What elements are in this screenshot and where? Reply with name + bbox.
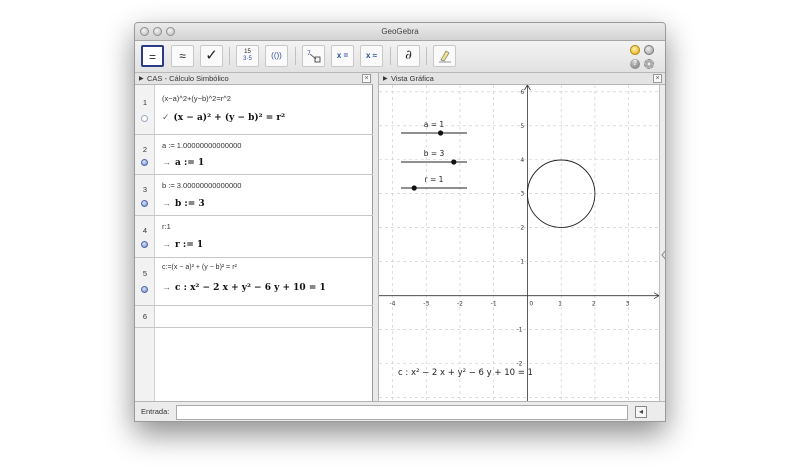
tick-labels: -4 -3 -2 -1 0 1 2 3 6 5 4 3 2 1 -1 -2 bbox=[389, 89, 629, 368]
cas-row-3[interactable]: 3 b := 3.00000000000000 → b := 3 bbox=[135, 175, 373, 216]
x-tick-label: 0 bbox=[529, 301, 533, 308]
graphics-view[interactable]: -4 -3 -2 -1 0 1 2 3 6 5 4 3 2 1 -1 -2 a = 1 b = 3 r = 1 c… bbox=[379, 85, 659, 401]
row-visibility-toggle[interactable] bbox=[141, 200, 148, 207]
slider-label: r = 1 bbox=[425, 175, 444, 184]
graphics-panel-close-button[interactable]: × bbox=[653, 74, 662, 83]
right-dock-strip[interactable] bbox=[659, 85, 666, 401]
slider-label: b = 3 bbox=[424, 149, 445, 158]
input-bar-label: Entrada: bbox=[141, 407, 170, 416]
x-tick-label: 1 bbox=[558, 301, 562, 308]
x-tick-label: 2 bbox=[592, 301, 596, 308]
y-tick-label: 1 bbox=[520, 259, 524, 266]
x-tick-label: -2 bbox=[457, 301, 463, 308]
row-number: 5 bbox=[142, 269, 148, 278]
cas-row-output: → c : x² − 2 x + y² − 6 y + 10 = 1 bbox=[162, 282, 326, 293]
settings-gear-icon[interactable] bbox=[644, 59, 654, 69]
close-window-button[interactable] bbox=[140, 27, 149, 36]
x-tick-label: -3 bbox=[423, 301, 429, 308]
window-title: GeoGebra bbox=[381, 27, 419, 36]
input-bar: Entrada: ◂ bbox=[135, 401, 665, 421]
row-number: 4 bbox=[142, 226, 148, 235]
row-number: 1 bbox=[142, 98, 148, 107]
y-tick-label: 2 bbox=[520, 225, 524, 232]
svg-text:7: 7 bbox=[307, 50, 311, 57]
y-tick-label: -1 bbox=[516, 327, 522, 334]
help-icon[interactable]: ? bbox=[630, 59, 640, 69]
cas-row-input[interactable]: r:1 bbox=[162, 222, 171, 231]
cas-row-6[interactable]: 6 bbox=[135, 306, 373, 328]
sliders: a = 1 b = 3 r = 1 bbox=[401, 120, 467, 191]
cas-row-1[interactable]: 1 (x−a)^2+(y−b)^2=r^2 ✓ (x − a)² + (y − b… bbox=[135, 85, 373, 135]
toolbar-separator bbox=[426, 47, 427, 65]
y-tick-label: -2 bbox=[516, 361, 522, 368]
y-tick-label: 5 bbox=[520, 123, 524, 130]
cas-panel-header: ▶ CAS - Cálculo Simbólico × bbox=[135, 73, 373, 85]
keep-input-tool-button[interactable]: ✓ bbox=[200, 45, 223, 67]
cas-row-input[interactable]: b := 3.00000000000000 bbox=[162, 181, 241, 190]
axes bbox=[379, 85, 659, 401]
cas-row-output: ✓ (x − a)² + (y − b)² = r² bbox=[162, 112, 286, 123]
row-number: 3 bbox=[142, 185, 148, 194]
row-visibility-toggle[interactable] bbox=[141, 159, 148, 166]
grid-lines bbox=[379, 85, 659, 401]
row-visibility-toggle[interactable] bbox=[141, 115, 148, 122]
slider-label: a = 1 bbox=[424, 120, 445, 129]
cas-row-2[interactable]: 2 a := 1.00000000000000 → a := 1 bbox=[135, 135, 373, 175]
slider-knob[interactable] bbox=[411, 185, 417, 191]
keyboard-toggle-icon[interactable]: ◂ bbox=[635, 406, 647, 418]
title-bar: GeoGebra bbox=[135, 23, 665, 41]
curve-equation-label: c : x² − 2 x + y² − 6 y + 10 = 1 bbox=[398, 368, 533, 378]
x-tick-label: -4 bbox=[389, 301, 395, 308]
eraser-icon bbox=[438, 50, 451, 63]
x-tick-label: 3 bbox=[626, 301, 630, 308]
evaluate-tool-button[interactable]: = bbox=[141, 45, 164, 67]
substitute-tool-button[interactable]: 7 bbox=[302, 45, 325, 67]
toolbar-separator bbox=[295, 47, 296, 65]
toolbar-separator bbox=[229, 47, 230, 65]
cas-row-output: → b := 3 bbox=[162, 198, 205, 209]
cas-row-input[interactable]: a := 1.00000000000000 bbox=[162, 141, 241, 150]
cas-row-5[interactable]: 5 c:=(x − a)² + (y − b)² = r² → c : x² − … bbox=[135, 258, 373, 306]
cas-panel-close-button[interactable]: × bbox=[362, 74, 371, 83]
slider-knob[interactable] bbox=[451, 159, 457, 165]
solve-tool-button[interactable]: x = bbox=[331, 45, 354, 67]
cas-row-input[interactable]: c:=(x − a)² + (y − b)² = r² bbox=[162, 264, 237, 271]
collapse-arrow-icon[interactable]: ▶ bbox=[139, 73, 144, 85]
row-number: 2 bbox=[142, 145, 148, 154]
graphics-canvas[interactable]: -4 -3 -2 -1 0 1 2 3 6 5 4 3 2 1 -1 -2 a = 1 b = 3 r = 1 c… bbox=[379, 85, 659, 401]
numeric-tool-button[interactable]: ≈ bbox=[171, 45, 194, 67]
factor-tool-button[interactable]: 15 3·5 bbox=[236, 45, 259, 67]
collapse-arrow-icon[interactable]: ▶ bbox=[383, 73, 388, 85]
delete-tool-button[interactable] bbox=[433, 45, 456, 67]
substitute-icon: 7 bbox=[307, 50, 320, 63]
toolbar-separator bbox=[390, 47, 391, 65]
row-number: 6 bbox=[142, 312, 148, 321]
row-visibility-toggle[interactable] bbox=[141, 286, 148, 293]
y-tick-label: 4 bbox=[520, 157, 524, 164]
cas-row-4[interactable]: 4 r:1 → r := 1 bbox=[135, 216, 373, 258]
row-visibility-toggle[interactable] bbox=[141, 241, 148, 248]
undo-icon[interactable] bbox=[630, 45, 640, 55]
y-tick-label: 3 bbox=[520, 191, 524, 198]
expand-arrow-icon[interactable] bbox=[660, 245, 666, 265]
redo-icon[interactable] bbox=[644, 45, 654, 55]
zoom-window-button[interactable] bbox=[166, 27, 175, 36]
cas-row-output: → r := 1 bbox=[162, 239, 204, 250]
geogebra-window: GeoGebra = ≈ ✓ 15 3·5 (()) 7 x = x ≈ ∂ ?… bbox=[134, 22, 666, 422]
expand-tool-button[interactable]: (()) bbox=[265, 45, 288, 67]
input-bar-field[interactable] bbox=[176, 405, 628, 420]
y-tick-label: 6 bbox=[520, 89, 524, 96]
derivative-tool-button[interactable]: ∂ bbox=[397, 45, 420, 67]
nsolve-tool-button[interactable]: x ≈ bbox=[360, 45, 383, 67]
minimize-window-button[interactable] bbox=[153, 27, 162, 36]
graphics-panel-header: ▶ Vista Gráfica × bbox=[379, 73, 665, 85]
x-tick-label: -1 bbox=[491, 301, 497, 308]
cas-view: 1 (x−a)^2+(y−b)^2=r^2 ✓ (x − a)² + (y − b… bbox=[135, 85, 373, 401]
toolbar: = ≈ ✓ 15 3·5 (()) 7 x = x ≈ ∂ ? bbox=[135, 41, 665, 73]
cas-row-output: → a := 1 bbox=[162, 157, 205, 168]
slider-knob[interactable] bbox=[438, 130, 444, 136]
cas-row-input[interactable]: (x−a)^2+(y−b)^2=r^2 bbox=[162, 94, 231, 103]
